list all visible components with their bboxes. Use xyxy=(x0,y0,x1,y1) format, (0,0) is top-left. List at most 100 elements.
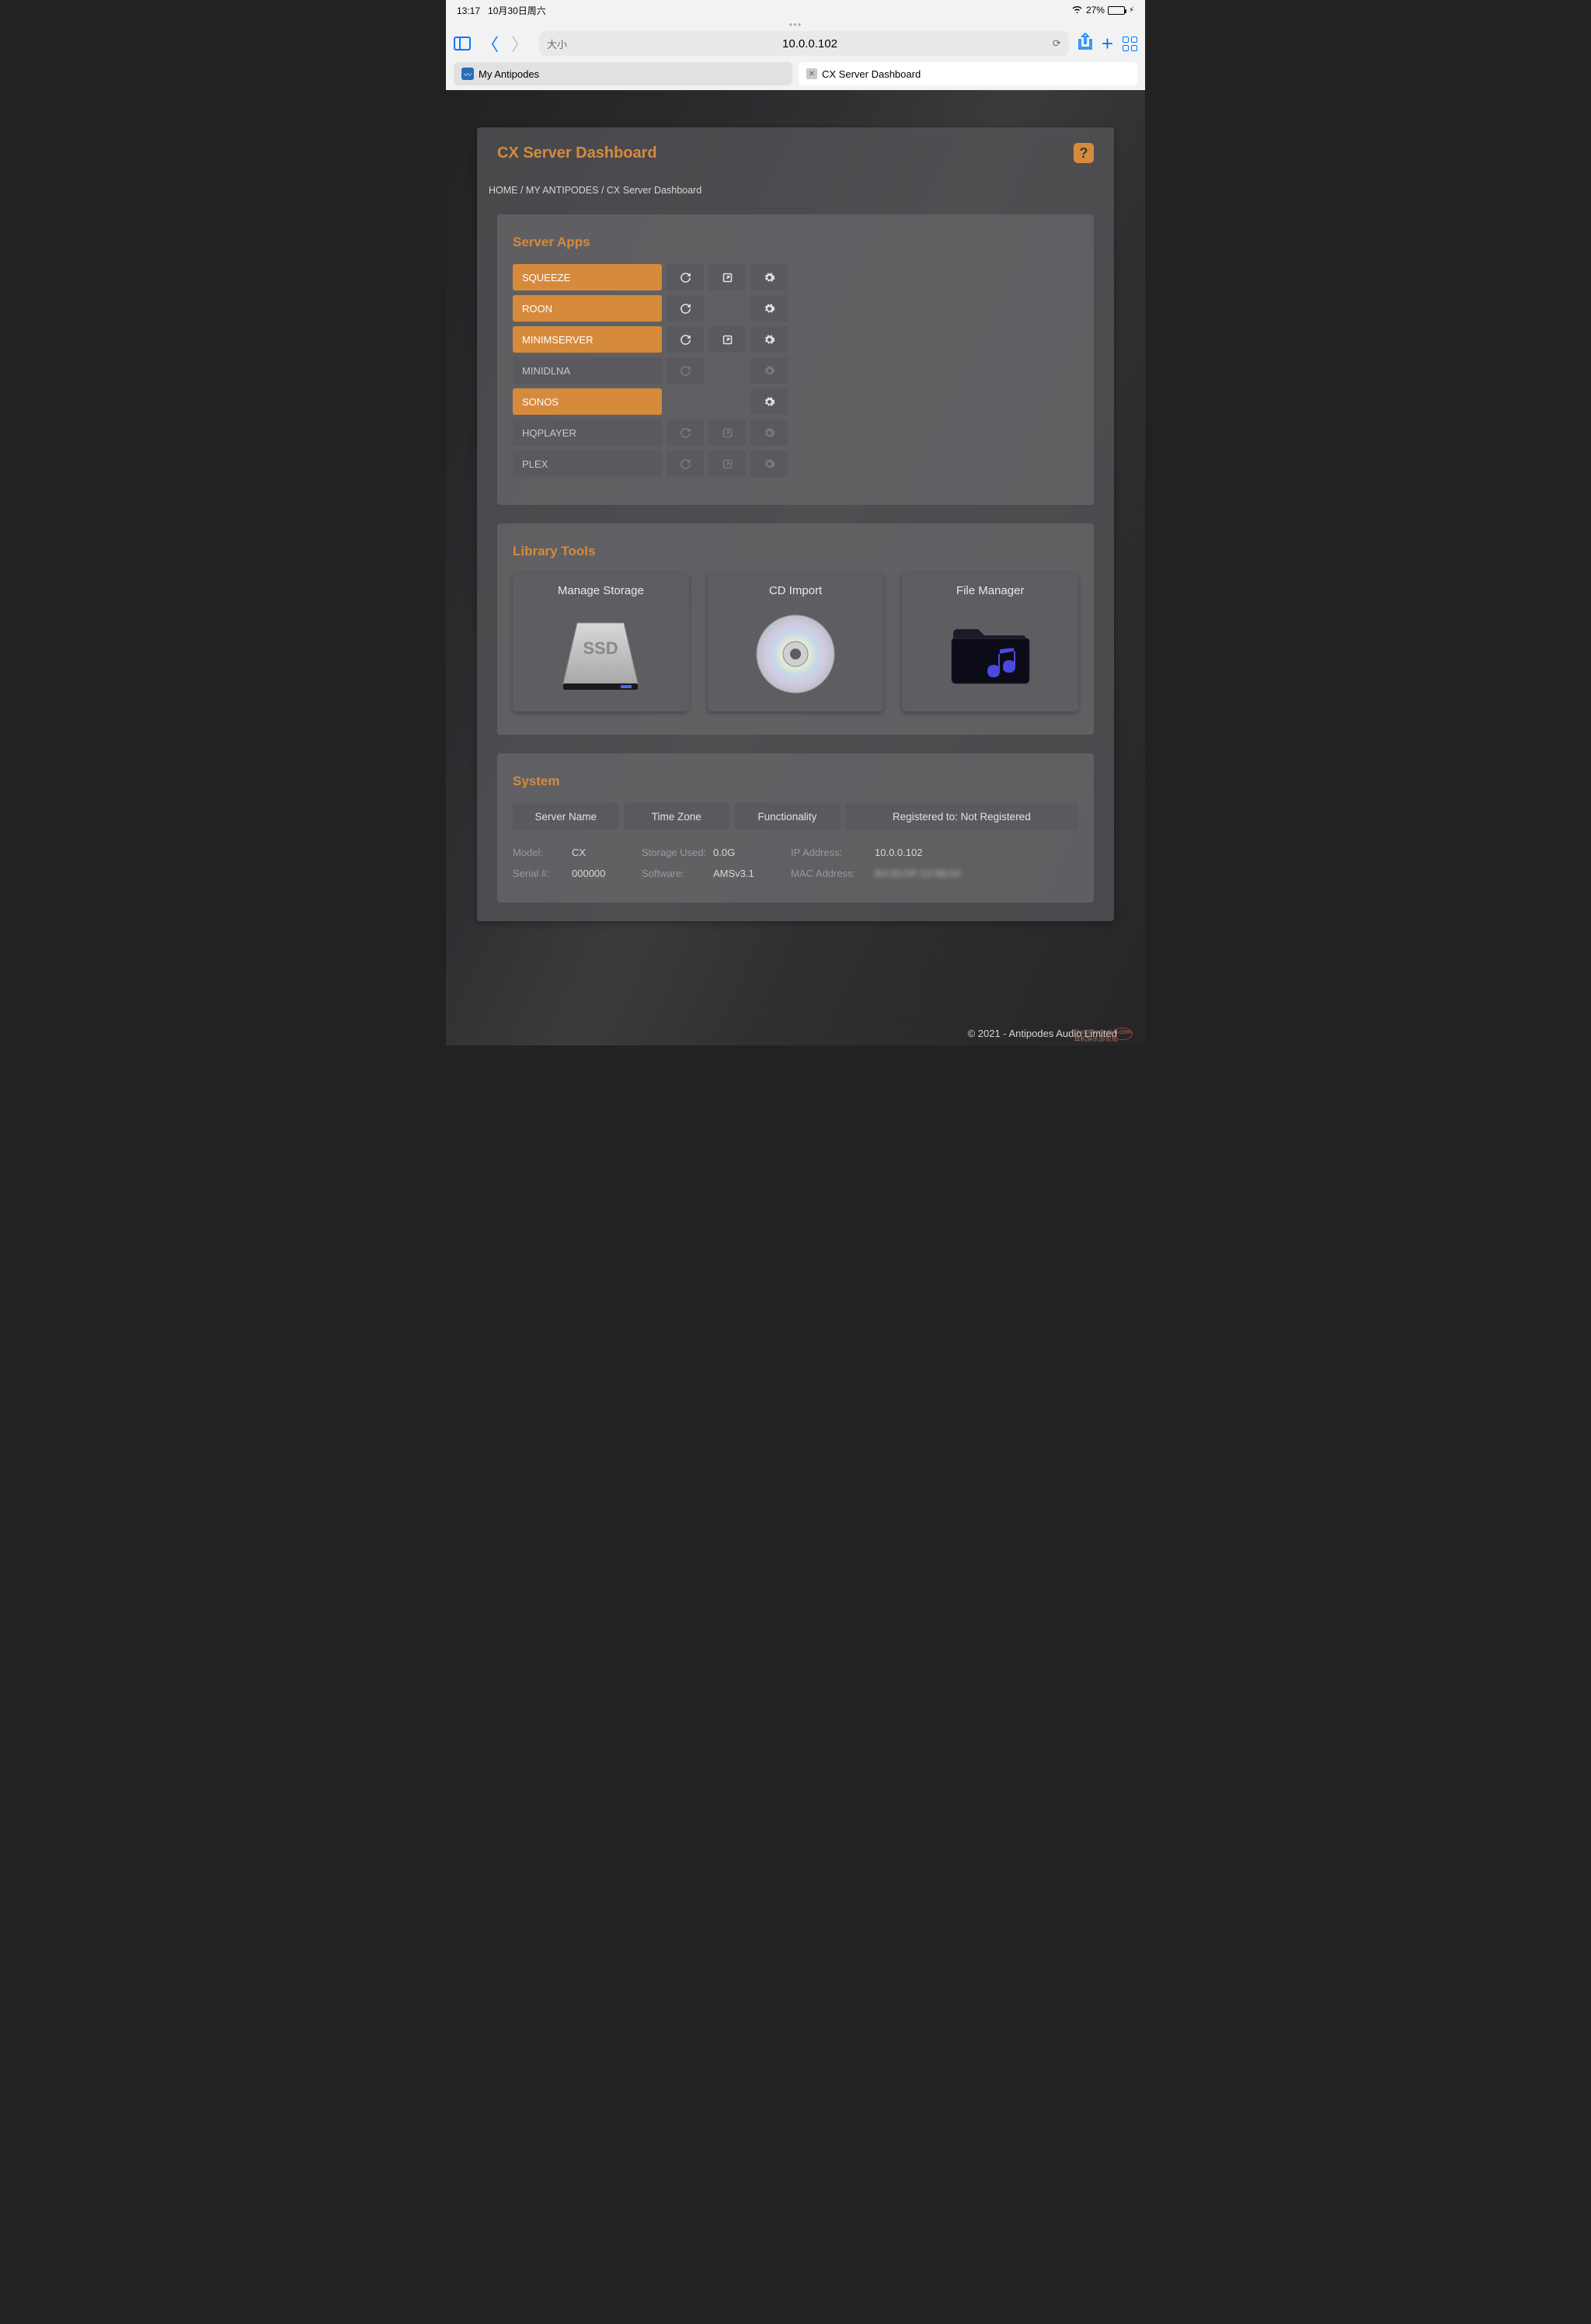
server-app-name[interactable]: SONOS xyxy=(513,388,662,415)
spacer xyxy=(708,357,746,384)
file-manager-tool[interactable]: File Manager xyxy=(902,573,1078,711)
favicon-icon: 〰 xyxy=(461,68,474,80)
forward-button: 〉 xyxy=(510,31,530,56)
server-app-row: SQUEEZE xyxy=(513,264,1078,290)
manage-storage-tool[interactable]: Manage Storage SSD xyxy=(513,573,689,711)
address-bar[interactable]: 大小 10.0.0.102 ⟳ xyxy=(539,31,1069,56)
storage-label: Storage Used: xyxy=(642,847,713,858)
server-app-row: HQPLAYER xyxy=(513,419,1078,446)
model-label: Model: xyxy=(513,847,572,858)
back-button[interactable]: 〈 xyxy=(480,31,500,56)
ip-label: IP Address: xyxy=(791,847,875,858)
open-button[interactable] xyxy=(708,326,746,353)
refresh-button xyxy=(667,419,704,446)
server-app-row: MINIMSERVER xyxy=(513,326,1078,353)
spacer xyxy=(708,295,746,322)
open-button[interactable] xyxy=(708,264,746,290)
cd-import-tool[interactable]: CD Import xyxy=(708,573,884,711)
server-app-row: SONOS xyxy=(513,388,1078,415)
server-app-row: ROON xyxy=(513,295,1078,322)
server-app-row: MINIDLNA xyxy=(513,357,1078,384)
charging-icon: ⚡︎ xyxy=(1129,6,1134,15)
drag-handle-icon: ••• xyxy=(454,19,1137,28)
breadcrumb: HOME / MY ANTIPODES / CX Server Dashboar… xyxy=(477,179,1114,196)
sidebar-toggle-icon[interactable] xyxy=(454,37,471,50)
server-app-name[interactable]: ROON xyxy=(513,295,662,322)
functionality-button[interactable]: Functionality xyxy=(734,803,841,830)
system-title: System xyxy=(513,774,1078,789)
settings-button[interactable] xyxy=(750,264,788,290)
tab-label: My Antipodes xyxy=(479,68,539,80)
library-tools-title: Library Tools xyxy=(513,544,1078,559)
spacer xyxy=(708,388,746,415)
battery-percent: 27% xyxy=(1086,5,1105,16)
server-apps-panel: Server Apps SQUEEZE ROON MINIMSERVER MINIDL… xyxy=(497,214,1094,505)
refresh-button[interactable] xyxy=(667,264,704,290)
system-panel: System Server Name Time Zone Functionali… xyxy=(497,753,1094,903)
close-tab-icon[interactable]: ✕ xyxy=(806,68,817,79)
status-date: 10月30日周六 xyxy=(488,5,546,16)
open-button xyxy=(708,451,746,477)
folder-music-icon xyxy=(910,607,1071,701)
help-button[interactable]: ? xyxy=(1074,143,1094,163)
registered-button[interactable]: Registered to: Not Registered xyxy=(845,803,1078,830)
breadcrumb-my-antipodes[interactable]: MY ANTIPODES xyxy=(526,185,599,196)
tool-label: File Manager xyxy=(956,584,1025,597)
library-tools-panel: Library Tools Manage Storage SSD xyxy=(497,524,1094,735)
settings-button xyxy=(750,419,788,446)
mac-label: MAC Address: xyxy=(791,868,875,879)
settings-button[interactable] xyxy=(750,295,788,322)
page-title: CX Server Dashboard xyxy=(497,144,657,162)
software-label: Software: xyxy=(642,868,713,879)
server-app-name[interactable]: MINIDLNA xyxy=(513,357,662,384)
breadcrumb-home[interactable]: HOME xyxy=(489,185,518,196)
dashboard-card: CX Server Dashboard ? HOME / MY ANTIPODE… xyxy=(477,127,1114,921)
settings-button xyxy=(750,357,788,384)
browser-chrome: ••• 〈 〉 大小 10.0.0.102 ⟳ + 〰 My Antipodes… xyxy=(446,17,1145,90)
refresh-button[interactable] xyxy=(667,295,704,322)
new-tab-button[interactable]: + xyxy=(1102,32,1113,56)
settings-button xyxy=(750,451,788,477)
cd-icon xyxy=(715,607,876,701)
open-button xyxy=(708,419,746,446)
server-app-name[interactable]: HQPLAYER xyxy=(513,419,662,446)
server-app-name[interactable]: MINIMSERVER xyxy=(513,326,662,353)
server-app-name[interactable]: SQUEEZE xyxy=(513,264,662,290)
server-apps-title: Server Apps xyxy=(513,235,1078,250)
svg-text:SSD: SSD xyxy=(583,638,618,658)
storage-value: 0.0G xyxy=(713,847,791,858)
tool-label: CD Import xyxy=(769,584,822,597)
wifi-icon xyxy=(1071,5,1083,16)
tool-label: Manage Storage xyxy=(558,584,644,597)
spacer xyxy=(667,388,704,415)
mac-value: B4:50:DF:13:9B:04 xyxy=(875,868,1078,879)
serial-value: 000000 xyxy=(572,868,642,879)
refresh-button[interactable] xyxy=(667,326,704,353)
status-time: 13:17 xyxy=(457,5,480,16)
reload-icon[interactable]: ⟳ xyxy=(1053,37,1061,50)
url-text: 10.0.0.102 xyxy=(567,37,1053,50)
settings-button[interactable] xyxy=(750,388,788,415)
software-value: AMSv3.1 xyxy=(713,868,791,879)
server-name-button[interactable]: Server Name xyxy=(513,803,619,830)
model-value: CX xyxy=(572,847,642,858)
tab-label: CX Server Dashboard xyxy=(822,68,921,80)
battery-icon xyxy=(1108,6,1125,15)
breadcrumb-current: CX Server Dashboard xyxy=(607,185,702,196)
system-info-grid: Model: CX Storage Used: 0.0G IP Address:… xyxy=(513,847,1078,879)
refresh-button xyxy=(667,451,704,477)
browser-tab[interactable]: ✕ CX Server Dashboard xyxy=(799,62,1137,85)
ip-value: 10.0.0.102 xyxy=(875,847,1078,858)
text-size-label[interactable]: 大小 xyxy=(547,37,567,51)
server-app-row: PLEX xyxy=(513,451,1078,477)
time-zone-button[interactable]: Time Zone xyxy=(624,803,730,830)
refresh-button xyxy=(667,357,704,384)
share-icon[interactable] xyxy=(1078,33,1092,54)
browser-tab[interactable]: 〰 My Antipodes xyxy=(454,62,792,85)
ipad-status-bar: 13:17 10月30日周六 27% ⚡︎ xyxy=(446,0,1145,17)
server-app-name[interactable]: PLEX xyxy=(513,451,662,477)
page-body: CX Server Dashboard ? HOME / MY ANTIPODE… xyxy=(446,90,1145,1045)
settings-button[interactable] xyxy=(750,326,788,353)
tabs-overview-icon[interactable] xyxy=(1123,37,1137,51)
ssd-icon: SSD xyxy=(520,607,681,701)
